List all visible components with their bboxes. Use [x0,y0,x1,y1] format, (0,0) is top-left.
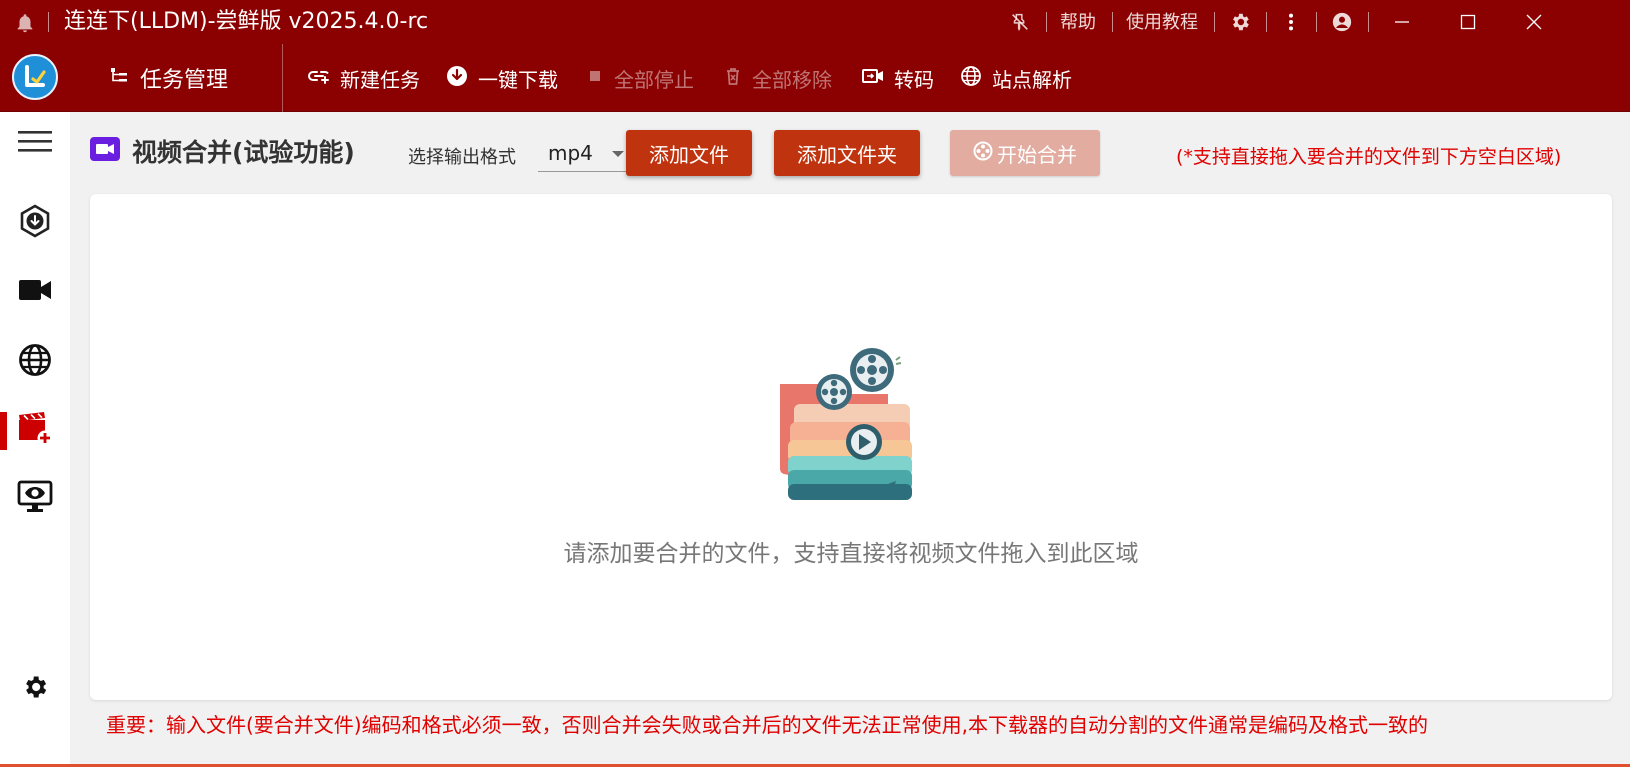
transcode-label: 转码 [894,67,934,92]
window-title: 连连下(LLDM)-尝鲜版 v2025.4.0-rc [64,9,429,34]
more-vert-icon[interactable] [1279,10,1303,34]
account-icon[interactable] [1330,10,1354,34]
format-select[interactable]: mp4 [538,134,630,172]
stop-icon [586,66,604,90]
remove-all-label: 全部移除 [752,67,832,92]
sidebar-item-web[interactable] [0,337,70,387]
download-circle-icon [446,65,468,92]
drop-zone-text: 请添加要合并的文件，支持直接将视频文件拖入到此区域 [563,541,1139,567]
divider [48,12,49,32]
remove-all-button[interactable]: 全部移除 [724,64,832,92]
drag-hint: (*支持直接拖入要合并的文件到下方空白区域) [1176,146,1562,168]
tree-list-icon [110,66,128,91]
site-parse-button[interactable]: 站点解析 [960,64,1072,92]
page-title: 视频合并(试验功能) [132,138,355,167]
video-add-icon [17,412,53,450]
hamburger-icon [18,129,52,157]
divider [1112,12,1113,32]
sidebar [0,112,70,767]
download-all-label: 一键下载 [478,67,558,92]
video-merge-icon [90,137,120,165]
film-reel-icon [973,141,993,166]
divider [1214,12,1215,32]
trash-icon [724,66,742,91]
task-manager-label: 任务管理 [140,68,229,93]
stop-all-label: 全部停止 [614,67,694,92]
main-content: 视频合并(试验功能) 选择输出格式 mp4 添加文件 添加文件夹 开始合并 (*… [70,112,1630,767]
globe-icon [18,343,52,381]
divider [1266,12,1267,32]
toolbar-divider [282,44,283,112]
download-all-button[interactable]: 一键下载 [446,64,558,92]
add-file-button[interactable]: 添加文件 [626,130,752,176]
format-value: mp4 [548,140,593,165]
add-folder-button[interactable]: 添加文件夹 [774,130,920,176]
sidebar-item-video-merge[interactable] [0,406,70,456]
monitor-eye-icon [17,479,53,519]
stop-all-button[interactable]: 全部停止 [586,64,694,92]
new-task-button[interactable]: 新建任务 [308,64,420,92]
divider [1316,12,1317,32]
transcode-button[interactable]: 转码 [862,64,934,92]
app-logo [12,54,58,100]
bell-icon[interactable] [14,12,36,34]
sidebar-item-monitor[interactable] [0,474,70,524]
link-add-icon [308,66,330,90]
video-transcode-icon [862,66,884,90]
gear-icon[interactable] [1228,10,1252,34]
important-note: 重要：输入文件(要合并文件)编码和格式必须一致，否则合并会失败或合并后的文件无法… [106,713,1428,737]
sidebar-item-video[interactable] [0,267,70,317]
film-folder-illustration-icon [770,344,920,504]
maximize-icon[interactable] [1456,10,1480,34]
start-merge-label: 开始合并 [997,142,1077,167]
globe-icon [960,65,982,92]
new-task-label: 新建任务 [340,67,420,92]
site-parse-label: 站点解析 [992,67,1072,92]
main-toolbar: 任务管理 新建任务 一键下载 全部停止 全部移除 转码 站点解析 [0,44,1630,112]
close-icon[interactable] [1522,10,1546,34]
sidebar-item-settings[interactable] [0,664,70,714]
drop-zone[interactable]: 请添加要合并的文件，支持直接将视频文件拖入到此区域 [90,194,1612,700]
minimize-icon[interactable] [1390,10,1414,34]
divider [1046,12,1047,32]
download-icon [18,204,52,242]
gear-icon [21,673,49,705]
help-link[interactable]: 帮助 [1060,12,1096,34]
unpin-icon[interactable] [1008,10,1032,34]
page-header: 视频合并(试验功能) [90,134,355,168]
task-manager-tab[interactable]: 任务管理 [110,62,228,94]
video-camera-icon [19,278,51,306]
sidebar-item-download[interactable] [0,198,70,248]
dropdown-arrow-icon [612,151,624,157]
divider [1368,12,1369,32]
tutorial-link[interactable]: 使用教程 [1126,12,1198,34]
start-merge-button[interactable]: 开始合并 [950,130,1100,176]
sidebar-item-menu[interactable] [0,118,70,168]
title-bar: 连连下(LLDM)-尝鲜版 v2025.4.0-rc 帮助 使用教程 [0,0,1630,44]
format-label: 选择输出格式 [408,147,516,168]
